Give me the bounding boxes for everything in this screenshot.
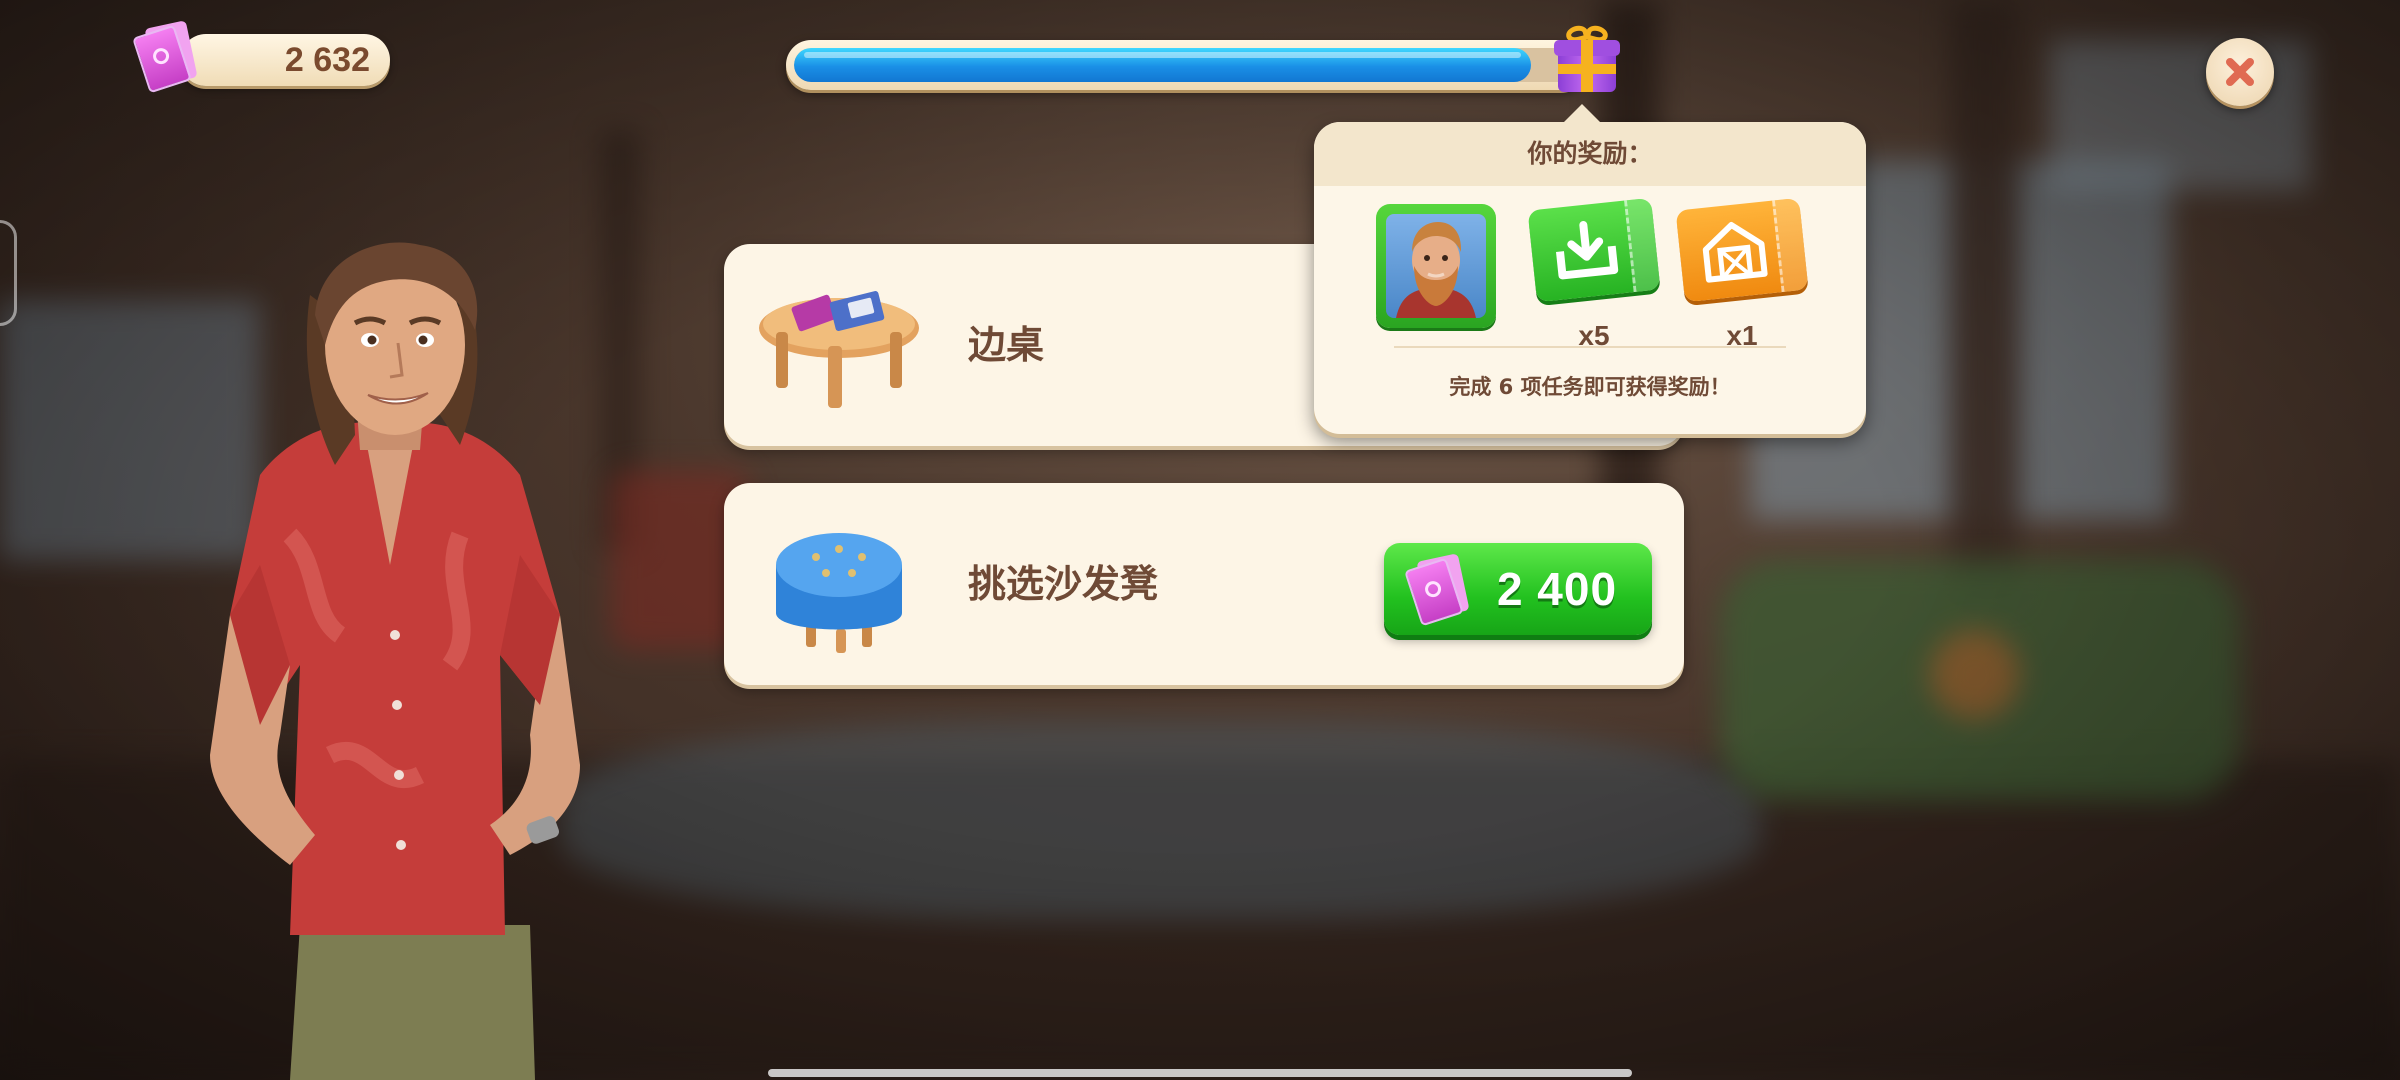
close-button[interactable]: [2206, 38, 2274, 106]
progress-fill: [794, 48, 1531, 82]
home-indicator[interactable]: [768, 1069, 1632, 1077]
close-icon: [2226, 58, 2254, 86]
popup-title: 你的奖励：: [1527, 139, 1653, 168]
currency-amount: 2 632: [284, 41, 370, 79]
currency-pill: 2 632: [180, 34, 390, 86]
task-label: 边桌: [968, 323, 1045, 367]
gift-box-icon[interactable]: [1552, 23, 1622, 96]
reward-portrait: [1374, 200, 1498, 350]
reward-download-coupon: x5: [1527, 197, 1661, 351]
task-label: 挑选沙发凳: [968, 562, 1159, 606]
reward-popup: 你的奖励： x5 x1 完成 6 项任务即可获得奖励！: [1314, 104, 1866, 434]
barn-coupon-icon: [1675, 197, 1809, 303]
currency-counter: 2 632: [132, 20, 390, 94]
buy-ottoman-button[interactable]: 2 400: [1384, 543, 1652, 635]
popup-divider: [1394, 346, 1786, 348]
task-card-ottoman[interactable]: 挑选沙发凳 2 400: [724, 483, 1684, 685]
download-coupon-icon: [1527, 197, 1661, 303]
character-portrait: [210, 242, 580, 1080]
progress-track: [794, 48, 1578, 82]
blue-ottoman-icon: [776, 533, 902, 653]
task-progress-bar: [786, 40, 1586, 90]
ticket-icon: [1404, 553, 1470, 627]
bearded-man-portrait-icon: [1376, 204, 1496, 328]
reward-barn-coupon: x1: [1675, 197, 1809, 351]
popup-footer-text: 完成 6 项任务即可获得奖励！: [1449, 375, 1731, 399]
side-panel-handle[interactable]: [0, 220, 17, 326]
side-table-icon: [759, 291, 919, 408]
popup-header: 你的奖励：: [1314, 122, 1866, 186]
ticket-icon: [132, 20, 198, 94]
price-label: 2 400: [1496, 563, 1618, 615]
